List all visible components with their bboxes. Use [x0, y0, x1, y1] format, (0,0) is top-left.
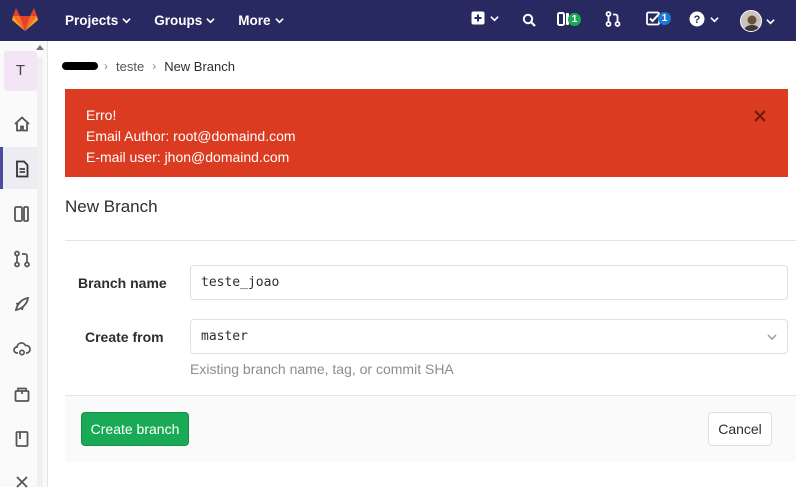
project-sidebar: T [0, 41, 48, 488]
branch-name-input[interactable]: teste_joao [190, 265, 788, 300]
issues-link[interactable]: 1 [557, 11, 581, 27]
gitlab-tanuki-icon[interactable] [12, 8, 38, 32]
close-icon[interactable] [753, 109, 767, 123]
alert-line-3: E-mail user: jhon@domaind.com [86, 149, 290, 165]
chevron-down-icon [767, 334, 777, 341]
todos-link[interactable]: 1 [646, 11, 671, 26]
svg-text:?: ? [694, 14, 701, 26]
projects-label: Projects [65, 13, 119, 28]
scroll-up-arrow[interactable] [36, 45, 44, 50]
create-from-help-text: Existing branch name, tag, or commit SHA [190, 361, 454, 377]
redacted-namespace [62, 62, 98, 70]
more-label: More [238, 13, 271, 28]
search-icon [522, 13, 536, 27]
merge-request-icon [605, 11, 621, 27]
rocket-icon[interactable] [13, 295, 31, 313]
user-menu-dropdown[interactable] [740, 10, 775, 32]
project-avatar[interactable]: T [4, 51, 37, 91]
user-avatar-image [743, 15, 761, 31]
create-from-value: master [201, 329, 248, 344]
package-icon[interactable] [13, 385, 31, 403]
branch-name-label: Branch name [78, 275, 167, 291]
form-actions: Create branch Cancel [65, 395, 796, 462]
chevron-down-icon [122, 18, 131, 24]
plus-square-icon [471, 11, 485, 25]
help-question-icon: ? [689, 11, 705, 27]
create-from-label: Create from [85, 329, 164, 345]
title-divider [65, 240, 796, 241]
cancel-button[interactable]: Cancel [708, 412, 772, 446]
user-avatar [740, 10, 762, 32]
top-navbar: Projects Groups More 1 1 ? [0, 0, 796, 41]
alert-line-1: Erro! [86, 107, 117, 123]
todos-count-badge: 1 [658, 12, 671, 25]
issues-icon[interactable] [13, 205, 31, 223]
breadcrumb: › teste › New Branch [62, 58, 243, 74]
create-from-select[interactable]: master [190, 319, 788, 354]
groups-dropdown[interactable]: Groups [141, 13, 225, 28]
merge-request-icon[interactable] [13, 250, 31, 268]
home-icon[interactable] [13, 115, 31, 133]
chevron-down-icon [274, 18, 284, 24]
book-icon[interactable] [13, 430, 31, 448]
sidebar-active-indicator [0, 147, 3, 189]
search-button[interactable] [522, 13, 536, 27]
new-dropdown[interactable] [471, 11, 499, 25]
chevron-down-icon [206, 18, 215, 24]
sidebar-scrollbar[interactable] [37, 57, 43, 487]
breadcrumb-separator-icon: › [104, 59, 108, 73]
merge-requests-link[interactable] [605, 11, 621, 27]
main-nav-menu: Projects Groups More [52, 0, 294, 41]
cloud-gear-icon[interactable] [13, 340, 31, 358]
collapse-icon[interactable] [13, 473, 31, 491]
breadcrumb-current[interactable]: New Branch [164, 59, 235, 74]
chevron-down-icon [766, 18, 775, 24]
projects-dropdown[interactable]: Projects [52, 13, 141, 28]
breadcrumb-project-link[interactable]: teste [116, 59, 144, 74]
page-title: New Branch [65, 197, 158, 216]
alert-line-2: Email Author: root@domaind.com [86, 128, 296, 144]
help-dropdown[interactable]: ? [689, 11, 719, 27]
file-document-icon[interactable] [13, 160, 31, 178]
chevron-down-icon [490, 15, 499, 21]
chevron-down-icon [710, 16, 719, 22]
breadcrumb-separator-icon: › [152, 59, 157, 73]
issues-count-badge: 1 [568, 12, 581, 26]
error-alert: Erro! Email Author: root@domaind.com E-m… [65, 89, 788, 177]
create-branch-button[interactable]: Create branch [81, 412, 189, 446]
groups-label: Groups [154, 13, 203, 28]
more-dropdown[interactable]: More [225, 13, 293, 28]
